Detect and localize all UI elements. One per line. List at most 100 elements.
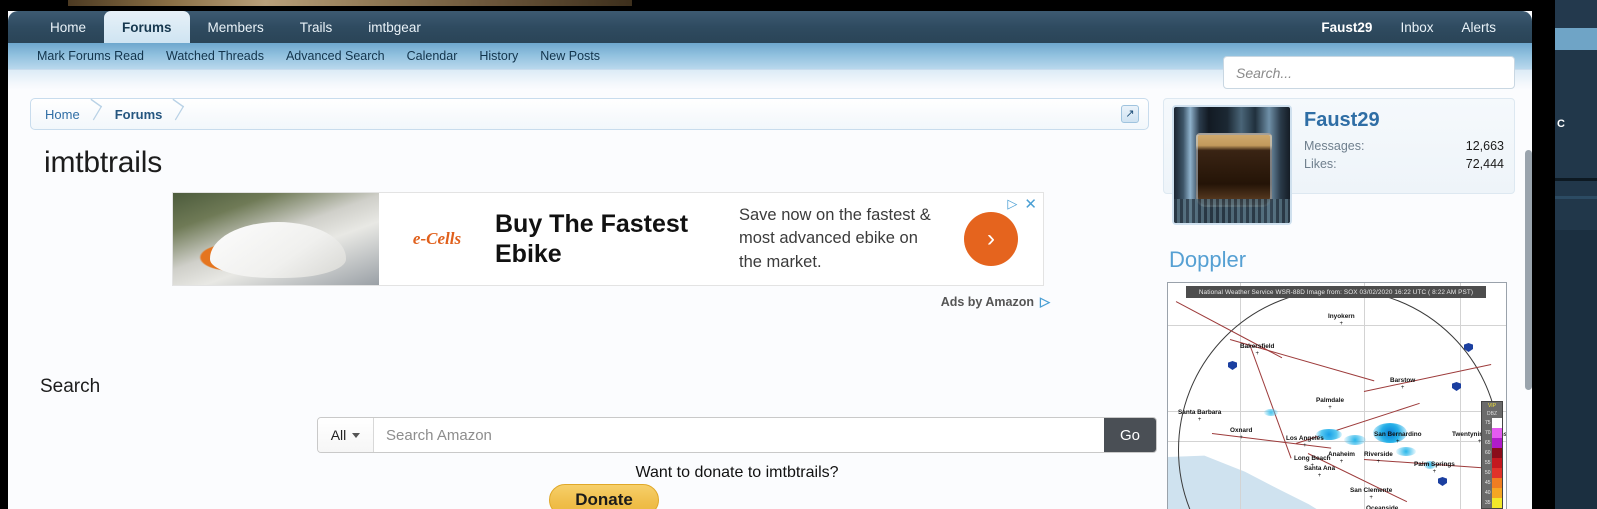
doppler-city-label: Long Beach xyxy=(1294,455,1331,462)
scale-swatch xyxy=(1491,438,1502,448)
breadcrumb-item-forums[interactable]: Forums xyxy=(101,99,170,129)
subnav-item-calendar[interactable]: Calendar xyxy=(396,49,469,63)
scale-level: 55 xyxy=(1482,458,1502,468)
scale-level: 40 xyxy=(1482,488,1502,498)
search-input[interactable] xyxy=(1223,56,1515,89)
amazon-category-select[interactable]: All xyxy=(318,418,374,452)
nav-item-members[interactable]: Members xyxy=(190,11,282,43)
doppler-echo xyxy=(1264,409,1278,416)
doppler-image-caption: National Weather Service WSR-88D Image f… xyxy=(1186,286,1486,298)
nav-item-trails[interactable]: Trails xyxy=(282,11,351,43)
scale-swatch xyxy=(1491,428,1502,438)
donate-prompt: Want to donate to imtbtrails? xyxy=(635,464,839,481)
scale-level: 70 xyxy=(1482,428,1502,438)
scale-level: 35 xyxy=(1482,498,1502,508)
page-scrollbar[interactable] xyxy=(1525,150,1532,390)
scale-level: 75 xyxy=(1482,418,1502,428)
doppler-city-label: Palmdale xyxy=(1316,397,1344,404)
doppler-color-scale: VIP DBZ 75 70 65 60 55 50 45 40 35 xyxy=(1481,401,1503,509)
subnav-item-watched-threads[interactable]: Watched Threads xyxy=(155,49,275,63)
ad-cta-arrow-icon[interactable]: › xyxy=(964,212,1018,266)
ad-brand-logo: e-Cells xyxy=(412,229,462,248)
page-title: imtbtrails xyxy=(44,146,163,179)
primary-nav-items: Home Forums Members Trails imtbgear xyxy=(32,11,439,43)
nav-item-alerts[interactable]: Alerts xyxy=(1447,11,1510,43)
visitor-stats: Messages: 12,663 Likes: 72,444 xyxy=(1304,137,1504,173)
scale-swatch xyxy=(1491,478,1502,488)
visitor-panel: Faust29 Messages: 12,663 Likes: 72,444 xyxy=(1163,98,1515,225)
doppler-city-label: Barstow xyxy=(1390,377,1415,384)
donate-button[interactable]: Donate xyxy=(549,484,659,509)
nav-item-inbox[interactable]: Inbox xyxy=(1386,11,1447,43)
scale-level: 50 xyxy=(1482,468,1502,478)
scale-level-label: 50 xyxy=(1484,470,1491,476)
doppler-radar-image[interactable]: Inyokern Bakersfield Barstow Palmdale Sa… xyxy=(1167,282,1507,509)
subnav-item-advanced-search[interactable]: Advanced Search xyxy=(275,49,396,63)
stat-value-messages: 12,663 xyxy=(1465,139,1504,153)
main-column: Home Forums ↗ imtbtrails e-Cells Buy The… xyxy=(22,90,1157,509)
scale-level-label: 65 xyxy=(1484,440,1491,446)
doppler-city-label: Palm Springs xyxy=(1414,461,1455,468)
doppler-city-label: San Bernardino xyxy=(1374,431,1422,438)
scale-swatch xyxy=(1491,448,1502,458)
primary-nav-account-items: Faust29 Inbox Alerts xyxy=(1307,11,1510,43)
amazon-category-label: All xyxy=(330,427,347,443)
page-canvas: Home Forums Members Trails imtbgear Faus… xyxy=(8,11,1532,509)
background-window-body xyxy=(1555,50,1597,230)
doppler-echo xyxy=(1396,447,1416,456)
scale-level-label: 40 xyxy=(1484,490,1491,496)
scale-level-label: 60 xyxy=(1484,450,1491,456)
ad-close-icon[interactable]: ✕ xyxy=(1024,197,1037,212)
nav-item-username[interactable]: Faust29 xyxy=(1307,11,1386,43)
subnav-item-history[interactable]: History xyxy=(468,49,529,63)
ad-headline: Buy The Fastest Ebike xyxy=(495,209,689,269)
ad-banner[interactable]: e-Cells Buy The Fastest Ebike Save now o… xyxy=(172,192,1044,286)
background-window-titlebar xyxy=(1555,0,1597,28)
stat-value-likes: 72,444 xyxy=(1465,157,1504,172)
amazon-go-button[interactable]: Go xyxy=(1104,418,1156,452)
scale-swatch xyxy=(1491,458,1502,468)
background-window-divider-top xyxy=(1555,178,1597,181)
background-window[interactable]: C xyxy=(1555,0,1597,509)
scale-unit: DBZ xyxy=(1482,410,1502,418)
background-window-text: C xyxy=(1557,118,1565,130)
scale-level: 45 xyxy=(1482,478,1502,488)
doppler-city-label: Anaheim xyxy=(1328,451,1355,458)
scale-swatch xyxy=(1491,498,1502,508)
browser-window: Home Forums Members Trails imtbgear Faus… xyxy=(0,0,1540,509)
background-window-divider-bottom xyxy=(1555,196,1597,199)
doppler-city-label: Santa Ana xyxy=(1304,465,1335,472)
breadcrumb-separator-icon xyxy=(87,99,101,129)
nav-item-home[interactable]: Home xyxy=(32,11,104,43)
amazon-search-bar: All Go xyxy=(317,417,1157,453)
doppler-city-label: Oceanside xyxy=(1366,505,1398,509)
search-section-heading: Search xyxy=(40,376,101,397)
scale-swatch xyxy=(1491,488,1502,498)
stat-label-messages: Messages: xyxy=(1304,139,1365,153)
doppler-city-label: Inyokern xyxy=(1328,313,1355,320)
nav-item-forums[interactable]: Forums xyxy=(104,11,190,43)
ad-subtext: Save now on the fastest & most advanced … xyxy=(739,205,931,271)
breadcrumb-item-home[interactable]: Home xyxy=(31,99,87,129)
doppler-city-label: Bakersfield xyxy=(1240,343,1274,350)
doppler-city-label: Oxnard xyxy=(1230,427,1252,434)
nav-item-imtbgear[interactable]: imtbgear xyxy=(350,11,439,43)
scale-level-label: 55 xyxy=(1484,460,1491,466)
scale-level-label: 75 xyxy=(1484,420,1491,426)
doppler-map: Inyokern Bakersfield Barstow Palmdale Sa… xyxy=(1168,283,1506,509)
scale-level-label: 45 xyxy=(1484,480,1491,486)
avatar[interactable] xyxy=(1172,105,1292,225)
subnav-item-mark-forums-read[interactable]: Mark Forums Read xyxy=(26,49,155,63)
visitor-username[interactable]: Faust29 xyxy=(1304,109,1380,132)
open-in-new-window-icon[interactable]: ↗ xyxy=(1121,105,1139,123)
stat-label-likes: Likes: xyxy=(1304,157,1337,172)
primary-navbar: Home Forums Members Trails imtbgear Faus… xyxy=(8,11,1532,43)
amazon-search-input[interactable] xyxy=(374,418,1104,452)
ad-info-icon[interactable]: ▷ xyxy=(1007,196,1017,212)
ad-attribution[interactable]: Ads by Amazon ▷ xyxy=(941,294,1050,310)
scale-swatch xyxy=(1491,468,1502,478)
background-window-lower xyxy=(1555,230,1597,509)
chevron-down-icon xyxy=(352,432,361,438)
subnav-item-new-posts[interactable]: New Posts xyxy=(529,49,611,63)
doppler-city-label: Los Angeles xyxy=(1286,435,1324,442)
